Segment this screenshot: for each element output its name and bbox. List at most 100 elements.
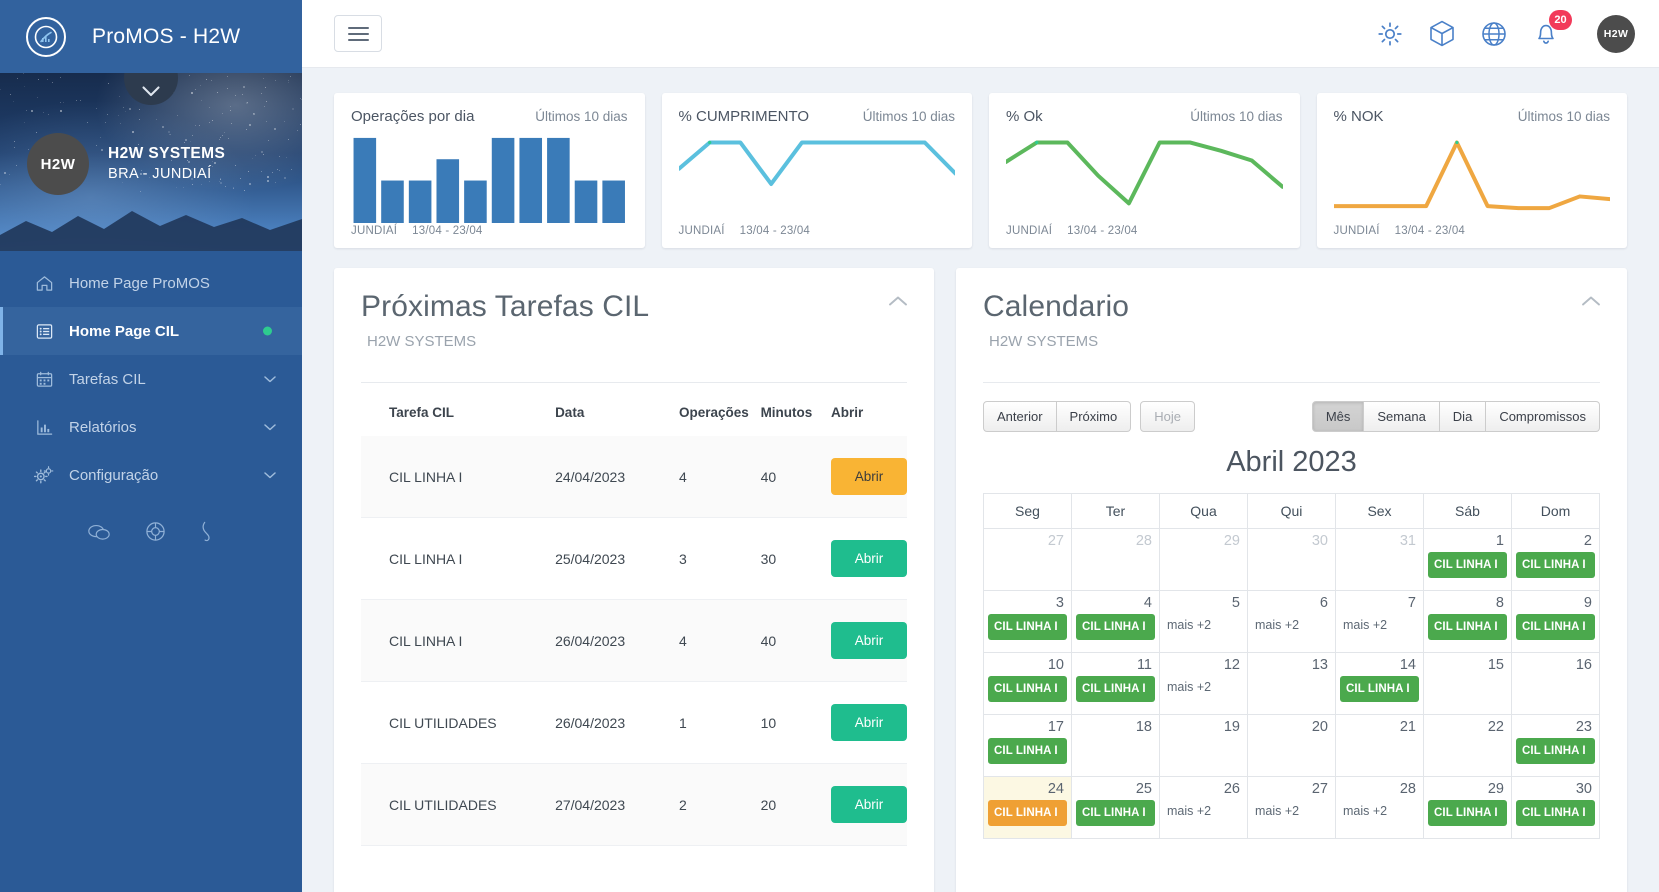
calendar-event[interactable]: CIL LINHA I (1428, 614, 1507, 640)
chevron-down-icon (264, 419, 276, 436)
line-chart-ok (1006, 131, 1283, 223)
calendar-day-cell[interactable]: 14 CIL LINHA I (1335, 652, 1424, 715)
abrir-button[interactable]: Abrir (830, 704, 907, 741)
profile-summary[interactable]: H2W H2W SYSTEMS BRA - JUNDIAÍ (27, 133, 225, 195)
calendar-day-number: 9 (1583, 595, 1592, 611)
calendar-day-cell[interactable]: 5 mais +2 (1159, 590, 1248, 653)
calendar-day-cell[interactable]: 19 (1159, 714, 1248, 777)
sidebar-item-label: Home Page CIL (69, 322, 180, 340)
calendar-day-cell[interactable]: 13 (1247, 652, 1336, 715)
calendar-view-dia[interactable]: Dia (1439, 401, 1487, 432)
calendar-event[interactable]: CIL LINHA I (1516, 800, 1595, 826)
calendar-day-cell[interactable]: 10 CIL LINHA I (983, 652, 1072, 715)
calendar-day-cell[interactable]: 1 CIL LINHA I (1423, 528, 1512, 591)
calendar-view-mes[interactable]: Mês (1311, 401, 1365, 432)
calendar-day-cell[interactable]: 24 CIL LINHA I (983, 776, 1072, 839)
calendar-day-cell[interactable]: 16 (1511, 652, 1600, 715)
chevron-up-icon[interactable] (888, 294, 908, 312)
calendar-weekday-row: Seg Ter Qua Qui Sex Sáb Dom (983, 493, 1600, 529)
calendar-day-cell[interactable]: 17 CIL LINHA I (983, 714, 1072, 777)
calendar-day-cell[interactable]: 25 CIL LINHA I (1071, 776, 1160, 839)
calendar-today-button[interactable]: Hoje (1140, 401, 1195, 432)
bar-chart-operacoes (351, 131, 628, 224)
calendar-day-cell[interactable]: 7 mais +2 (1335, 590, 1424, 653)
calendar-day-number: 25 (1135, 781, 1152, 797)
calendar-day-cell[interactable]: 28 (1071, 528, 1160, 591)
user-avatar[interactable]: H2W (1597, 14, 1635, 53)
calendar-more-link[interactable]: mais +2 (1164, 800, 1243, 822)
calendar-more-link[interactable]: mais +2 (1164, 676, 1243, 698)
calendar-event[interactable]: CIL LINHA I (988, 614, 1067, 640)
calendar-event[interactable]: CIL LINHA I (988, 738, 1067, 764)
sidebar-item-tarefas-cil[interactable]: Tarefas CIL (0, 355, 302, 403)
calendar-day-cell[interactable]: 6 mais +2 (1247, 590, 1336, 653)
calendar-day-cell[interactable]: 4 CIL LINHA I (1071, 590, 1160, 653)
lifebuoy-icon[interactable] (145, 521, 166, 542)
calendar-day-cell[interactable]: 22 (1423, 714, 1512, 777)
calendar-view-group: Mês Semana Dia Compromissos (1311, 401, 1600, 432)
sidebar-item-relatorios[interactable]: Relatórios (0, 403, 302, 451)
calendar-event[interactable]: CIL LINHA I (1340, 676, 1419, 702)
calendar-day-cell[interactable]: 8 CIL LINHA I (1423, 590, 1512, 653)
calendar-day-cell[interactable]: 21 (1335, 714, 1424, 777)
calendar-day-cell[interactable]: 11 CIL LINHA I (1071, 652, 1160, 715)
calendar-day-cell[interactable]: 15 (1423, 652, 1512, 715)
chat-icon[interactable] (87, 522, 111, 542)
calendar-day-cell[interactable]: 9 CIL LINHA I (1511, 590, 1600, 653)
calendar-day-number: 28 (1135, 533, 1152, 549)
sidebar-item-label: Configuração (69, 466, 159, 484)
calendar-event[interactable]: CIL LINHA I (1516, 738, 1595, 764)
calendar-more-link[interactable]: mais +2 (1252, 800, 1331, 822)
calendar-more-link[interactable]: mais +2 (1164, 614, 1243, 636)
calendar-event[interactable]: CIL LINHA I (1428, 552, 1507, 578)
calendar-day-cell[interactable]: 20 (1247, 714, 1336, 777)
calendar-day-cell[interactable]: 27 (983, 528, 1072, 591)
chevron-up-icon[interactable] (1581, 294, 1601, 312)
calendar-view-semana[interactable]: Semana (1364, 401, 1440, 432)
hamburger-icon[interactable] (334, 15, 382, 52)
calendar-next-button[interactable]: Próximo (1056, 401, 1132, 432)
calendar-more-link[interactable]: mais +2 (1340, 614, 1419, 636)
abrir-button[interactable]: Abrir (830, 540, 907, 577)
sidebar-item-home-page-promos[interactable]: Home Page ProMOS (0, 259, 302, 307)
calendar-day-number: 29 (1223, 533, 1240, 549)
box-icon[interactable] (1429, 20, 1455, 47)
calendar-more-link[interactable]: mais +2 (1340, 800, 1419, 822)
calendar-day-number: 21 (1399, 719, 1416, 735)
calendar-day-cell[interactable]: 27 mais +2 (1247, 776, 1336, 839)
phone-icon[interactable] (200, 521, 216, 542)
calendar-day-cell[interactable]: 30 CIL LINHA I (1511, 776, 1600, 839)
calendar-event[interactable]: CIL LINHA I (1516, 552, 1595, 578)
sidebar-item-configuracao[interactable]: Configuração (0, 451, 302, 499)
calendar-day-cell[interactable]: 18 (1071, 714, 1160, 777)
calendar-day-cell[interactable]: 29 (1159, 528, 1248, 591)
abrir-button[interactable]: Abrir (830, 622, 907, 659)
calendar-day-cell[interactable]: 3 CIL LINHA I (983, 590, 1072, 653)
gear-icon[interactable] (1377, 21, 1403, 47)
calendar-day-cell[interactable]: 12 mais +2 (1159, 652, 1248, 715)
sidebar-item-home-page-cil[interactable]: Home Page CIL (0, 307, 302, 355)
calendar-day-cell[interactable]: 28 mais +2 (1335, 776, 1424, 839)
bell-icon[interactable]: 20 (1533, 10, 1572, 47)
calendar-event[interactable]: CIL LINHA I (1076, 800, 1155, 826)
calendar-event[interactable]: CIL LINHA I (988, 800, 1067, 826)
calendar-prev-button[interactable]: Anterior (983, 401, 1057, 432)
calendar-event[interactable]: CIL LINHA I (1076, 676, 1155, 702)
calendar-more-link[interactable]: mais +2 (1252, 614, 1331, 636)
calendar-day-cell[interactable]: 23 CIL LINHA I (1511, 714, 1600, 777)
tasks-table: Tarefa CIL Data Operações Minutos Abrir … (361, 387, 907, 846)
calendar-day-cell[interactable]: 31 (1335, 528, 1424, 591)
calendar-event[interactable]: CIL LINHA I (1076, 614, 1155, 640)
calendar-event[interactable]: CIL LINHA I (988, 676, 1067, 702)
calendar-day-cell[interactable]: 26 mais +2 (1159, 776, 1248, 839)
calendar-day-number: 1 (1495, 533, 1504, 549)
calendar-event[interactable]: CIL LINHA I (1516, 614, 1595, 640)
calendar-view-compromissos[interactable]: Compromissos (1486, 401, 1600, 432)
calendar-day-cell[interactable]: 30 (1247, 528, 1336, 591)
calendar-day-cell[interactable]: 2 CIL LINHA I (1511, 528, 1600, 591)
abrir-button[interactable]: Abrir (830, 786, 907, 823)
calendar-event[interactable]: CIL LINHA I (1428, 800, 1507, 826)
globe-icon[interactable] (1481, 21, 1507, 47)
abrir-button[interactable]: Abrir (830, 458, 907, 495)
calendar-day-cell[interactable]: 29 CIL LINHA I (1423, 776, 1512, 839)
